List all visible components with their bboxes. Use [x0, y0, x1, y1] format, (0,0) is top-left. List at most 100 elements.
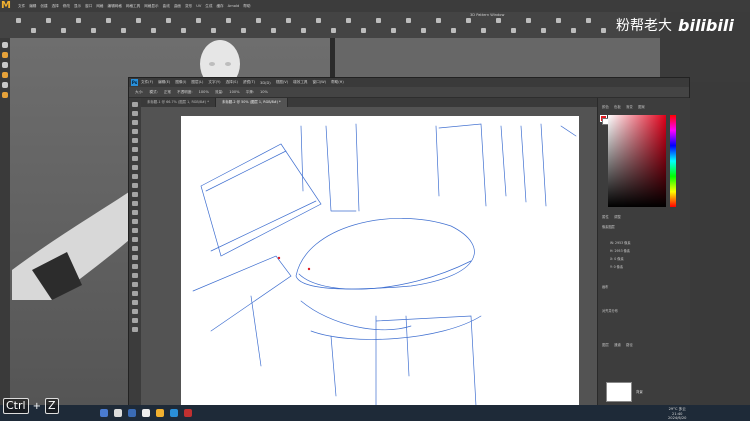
maya-shelf-icon[interactable] [391, 28, 396, 33]
ps-option-item[interactable]: 不透明度: [177, 90, 193, 95]
maya-shelf-icon[interactable] [181, 28, 186, 33]
maya-shelf-icon[interactable] [226, 18, 231, 23]
lasso-tool-icon[interactable] [2, 52, 8, 58]
maya-menu-item[interactable]: 缓存 [216, 4, 223, 9]
maya-shelf-icon[interactable] [31, 28, 36, 33]
maya-shelf-icon[interactable] [406, 18, 411, 23]
ps-tool-icon[interactable] [132, 183, 138, 188]
ps-menu-item[interactable]: 帮助(H) [331, 80, 344, 85]
ps-tool-icon[interactable] [132, 201, 138, 206]
maya-menu-item[interactable]: 选择 [52, 4, 59, 9]
maya-shelf-icon[interactable] [376, 18, 381, 23]
maya-shelf-icon[interactable] [556, 18, 561, 23]
maya-menu-item[interactable]: 网格 [96, 4, 103, 9]
ps-menu-item[interactable]: 窗口(W) [313, 80, 327, 85]
maya-shelf-icon[interactable] [61, 28, 66, 33]
drawing-canvas[interactable] [181, 116, 579, 411]
ps-tool-icon[interactable] [132, 264, 138, 269]
maya-taskbar-icon[interactable] [156, 409, 164, 417]
maya-menu-item[interactable]: 帮助 [243, 4, 250, 9]
maya-shelf-icon[interactable] [211, 28, 216, 33]
maya-menu-item[interactable]: 编辑 [29, 4, 36, 9]
maya-menu-item[interactable]: 变形 [185, 4, 192, 9]
ps-tool-icon[interactable] [132, 147, 138, 152]
tab-gradient[interactable]: 渐变 [626, 104, 633, 109]
maya-shelf-icon[interactable] [16, 18, 21, 23]
ps-tool-icon[interactable] [132, 156, 138, 161]
maya-shelf-icon[interactable] [586, 18, 591, 23]
maya-menu-item[interactable]: Arnold [228, 4, 240, 8]
ps-menu-item[interactable]: 图像(I) [175, 80, 186, 85]
maya-shelf-icon[interactable] [106, 18, 111, 23]
maya-shelf-icon[interactable] [346, 18, 351, 23]
ps-tool-icon[interactable] [132, 282, 138, 287]
rotate-tool-icon[interactable] [2, 82, 8, 88]
maya-shelf-icon[interactable] [541, 28, 546, 33]
ps-tool-icon[interactable] [132, 237, 138, 242]
maya-menu-item[interactable]: 曲线 [163, 4, 170, 9]
maya-shelf-icon[interactable] [286, 18, 291, 23]
ps-option-item[interactable]: 正常 [164, 90, 171, 95]
photoshop-taskbar-icon[interactable] [170, 409, 178, 417]
ps-tool-icon[interactable] [132, 219, 138, 224]
paint-tool-icon[interactable] [2, 62, 8, 68]
maya-shelf-icon[interactable] [256, 18, 261, 23]
maya-shelf-icon[interactable] [526, 18, 531, 23]
maya-shelf-icon[interactable] [571, 28, 576, 33]
ps-option-item[interactable]: 100% [229, 90, 239, 94]
maya-menu-item[interactable]: UV [196, 4, 201, 8]
maya-shelf-icon[interactable] [166, 18, 171, 23]
ps-tool-icon[interactable] [132, 120, 138, 125]
scale-tool-icon[interactable] [2, 92, 8, 98]
tab-paths[interactable]: 路径 [626, 342, 633, 347]
layer-name[interactable]: 背景 [636, 389, 643, 394]
maya-shelf-icon[interactable] [421, 28, 426, 33]
tab-adjustments[interactable]: 调整 [614, 214, 621, 219]
ps-menu-item[interactable]: 文件(F) [141, 80, 153, 85]
ps-tool-icon[interactable] [132, 318, 138, 323]
ps-tool-icon[interactable] [132, 327, 138, 332]
maya-menu-item[interactable]: 网格显示 [144, 4, 158, 9]
move-tool-icon[interactable] [2, 72, 8, 78]
ps-tool-icon[interactable] [132, 210, 138, 215]
maya-shelf-icon[interactable] [196, 18, 201, 23]
ps-tool-icon[interactable] [132, 246, 138, 251]
maya-menu-item[interactable]: 窗口 [85, 4, 92, 9]
maya-shelf-icon[interactable] [151, 28, 156, 33]
browser-icon[interactable] [142, 409, 150, 417]
search-icon[interactable] [114, 409, 122, 417]
ps-option-item[interactable]: 大小: [135, 90, 143, 95]
app-taskbar-icon[interactable] [184, 409, 192, 417]
maya-menu-item[interactable]: 文件 [18, 4, 25, 9]
tab-channels[interactable]: 通道 [614, 342, 621, 347]
select-tool-icon[interactable] [2, 42, 8, 48]
maya-shelf-icon[interactable] [361, 28, 366, 33]
tab-properties[interactable]: 属性 [602, 214, 609, 219]
tab-layers[interactable]: 图层 [602, 342, 609, 347]
ps-tool-icon[interactable] [132, 300, 138, 305]
ps-tool-icon[interactable] [132, 129, 138, 134]
ps-option-item[interactable]: 流量: [215, 90, 223, 95]
layer-thumbnail[interactable] [606, 382, 632, 402]
maya-shelf-icon[interactable] [121, 28, 126, 33]
hue-slider[interactable] [670, 115, 676, 207]
maya-shelf-icon[interactable] [46, 18, 51, 23]
ps-menu-item[interactable]: 视图(V) [276, 80, 288, 85]
tab-swatches[interactable]: 色板 [614, 104, 621, 109]
ps-menu-item[interactable]: 编辑(E) [158, 80, 170, 85]
ps-tool-icon[interactable] [132, 291, 138, 296]
tab-pattern[interactable]: 图案 [638, 104, 645, 109]
maya-shelf-icon[interactable] [481, 28, 486, 33]
maya-shelf-icon[interactable] [241, 28, 246, 33]
ps-menu-item[interactable]: 文字(Y) [208, 80, 220, 85]
ps-tool-icon[interactable] [132, 102, 138, 107]
maya-menu-item[interactable]: 修改 [63, 4, 70, 9]
ps-option-item[interactable]: 10% [260, 90, 268, 94]
maya-menu-item[interactable]: 创建 [40, 4, 47, 9]
maya-shelf-icon[interactable] [271, 28, 276, 33]
maya-shelf-icon[interactable] [466, 18, 471, 23]
maya-shelf-icon[interactable] [136, 18, 141, 23]
ps-option-item[interactable]: 模式: [149, 90, 157, 95]
color-picker-field[interactable] [608, 115, 666, 207]
ps-tool-icon[interactable] [132, 138, 138, 143]
